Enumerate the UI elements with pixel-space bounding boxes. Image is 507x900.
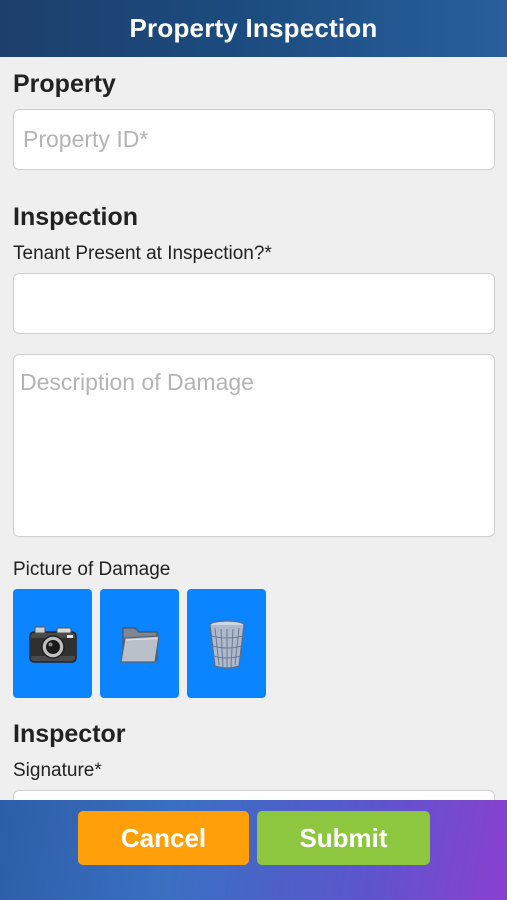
page-title: Property Inspection bbox=[129, 13, 378, 43]
submit-button[interactable]: Submit bbox=[257, 811, 430, 865]
delete-photo-button[interactable] bbox=[187, 589, 266, 698]
form-scroll-area[interactable]: Property Property ID* Inspection Tenant … bbox=[0, 57, 507, 800]
choose-photo-button[interactable] bbox=[100, 589, 179, 698]
folder-icon bbox=[119, 626, 160, 663]
tenant-present-field[interactable] bbox=[13, 273, 495, 334]
cancel-button[interactable]: Cancel bbox=[78, 811, 249, 865]
picture-of-damage-label: Picture of Damage bbox=[13, 559, 171, 580]
signature-label: Signature* bbox=[13, 760, 102, 781]
inspector-section-title: Inspector bbox=[13, 720, 126, 748]
description-of-damage-field[interactable]: Description of Damage bbox=[13, 354, 495, 537]
action-bar: Cancel Submit bbox=[0, 800, 507, 900]
take-photo-button[interactable] bbox=[13, 589, 92, 698]
property-section-title: Property bbox=[13, 70, 116, 98]
tenant-present-label: Tenant Present at Inspection?* bbox=[13, 243, 272, 264]
signature-field[interactable] bbox=[13, 790, 495, 800]
description-placeholder: Description of Damage bbox=[20, 369, 254, 395]
camera-icon bbox=[28, 626, 77, 663]
trash-icon bbox=[208, 619, 245, 669]
inspection-section-title: Inspection bbox=[13, 203, 139, 231]
title-bar: Property Inspection bbox=[0, 0, 507, 57]
property-id-field[interactable]: Property ID* bbox=[13, 109, 495, 170]
property-id-placeholder: Property ID* bbox=[23, 126, 149, 152]
